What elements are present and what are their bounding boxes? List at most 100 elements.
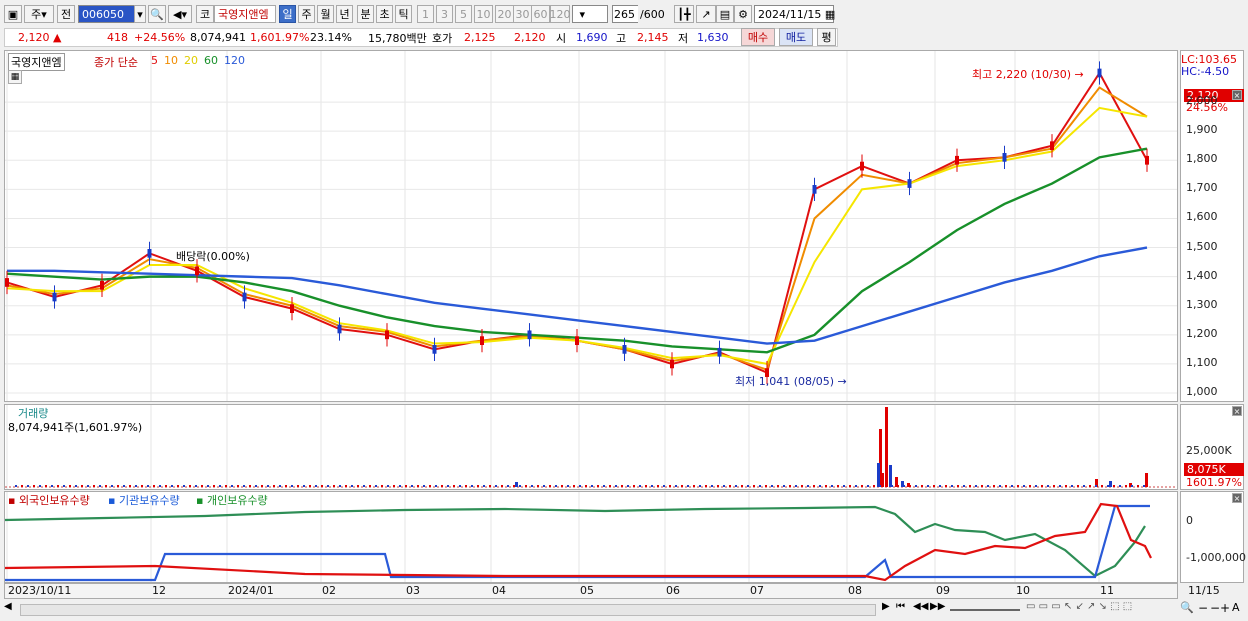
volume-bar-small bbox=[639, 485, 641, 487]
volume-chart-panel[interactable] bbox=[4, 404, 1178, 490]
period-day[interactable]: 일 bbox=[279, 5, 296, 23]
volume-bar-small bbox=[1101, 485, 1103, 487]
volume-bar-small bbox=[93, 485, 95, 487]
text-tool-icon[interactable]: A bbox=[1232, 601, 1240, 619]
volume-bar-small bbox=[681, 485, 683, 487]
horizontal-scrollbar[interactable] bbox=[20, 604, 876, 616]
high-annotation: 최고 2,220 (10/30) → bbox=[972, 68, 1084, 81]
interval-5[interactable]: 5 bbox=[455, 5, 472, 23]
candle-body bbox=[385, 330, 389, 340]
play-icon[interactable]: ▶ bbox=[882, 601, 890, 619]
x-axis-right-label: 11/15 bbox=[1188, 584, 1220, 597]
volume-bar-small bbox=[969, 485, 971, 487]
volume-bar-small bbox=[99, 485, 101, 487]
volume-bar-small bbox=[1065, 485, 1067, 487]
volume-bar-small bbox=[603, 485, 605, 487]
minus-icon[interactable]: − bbox=[1210, 601, 1220, 619]
zoom-icon[interactable]: 🔍 bbox=[1180, 601, 1194, 619]
first-icon[interactable]: ⏮ bbox=[896, 601, 905, 619]
x-axis-label: 05 bbox=[580, 584, 594, 597]
table-icon[interactable]: ▦ bbox=[8, 70, 22, 84]
scroll-left-button[interactable]: ◀ bbox=[4, 601, 18, 619]
volume-bar bbox=[885, 407, 888, 487]
count-input[interactable]: 265 bbox=[612, 5, 638, 23]
layout-icons[interactable]: ▭ ▭ ▭ ↖ ↙ ↗ ↘ ⬚ ⬚ bbox=[1026, 601, 1132, 619]
interval-20[interactable]: 20 bbox=[495, 5, 514, 23]
date-input[interactable]: 2024/11/15 ▦ bbox=[754, 5, 835, 23]
volume-bar-small bbox=[75, 485, 77, 487]
settings-gear-icon[interactable]: ⚙ bbox=[734, 5, 752, 23]
volume-panel-close-icon[interactable]: × bbox=[1232, 406, 1242, 416]
zoom-slider[interactable] bbox=[950, 609, 1020, 611]
period-second[interactable]: 초 bbox=[376, 5, 393, 23]
volume-bar-small bbox=[567, 485, 569, 487]
volume-bar-small bbox=[1035, 485, 1037, 487]
candle-body bbox=[337, 324, 342, 334]
volume-bar-small bbox=[987, 485, 989, 487]
volume-bar-small bbox=[483, 485, 485, 487]
volume-bar-small bbox=[627, 485, 629, 487]
buy-button[interactable]: 매수 bbox=[741, 28, 775, 46]
interval-10[interactable]: 10 bbox=[474, 5, 493, 23]
interval-120[interactable]: 120 bbox=[550, 5, 571, 23]
period-year[interactable]: 년 bbox=[336, 5, 353, 23]
plus-icon[interactable]: + bbox=[1220, 601, 1230, 619]
prev-button[interactable]: 전 bbox=[57, 5, 75, 23]
price-panel-close-icon[interactable]: × bbox=[1232, 90, 1242, 100]
volume-bar-small bbox=[957, 485, 959, 487]
volume-bar-small bbox=[489, 485, 491, 487]
volume-badge: 8,075K bbox=[1184, 463, 1244, 476]
prev-icon[interactable]: ◀◀ bbox=[913, 601, 928, 619]
market-select[interactable]: 주 ▾ bbox=[24, 5, 54, 23]
holding-chart-panel[interactable] bbox=[4, 491, 1178, 583]
volume-bar-small bbox=[1011, 485, 1013, 487]
period-month[interactable]: 월 bbox=[317, 5, 334, 23]
candle-type-icon[interactable]: ┃╋ bbox=[674, 5, 694, 23]
sell-button[interactable]: 매도 bbox=[779, 28, 813, 46]
volume-bar-small bbox=[747, 485, 749, 487]
volume-bar-small bbox=[213, 485, 215, 487]
draw-tool-icon[interactable]: ↗ bbox=[696, 5, 716, 23]
volume-bar-small bbox=[267, 485, 269, 487]
search-icon[interactable]: 🔍 bbox=[148, 5, 166, 23]
volume-bar-small bbox=[381, 485, 383, 487]
holding-panel-close-icon[interactable]: × bbox=[1232, 493, 1242, 503]
candle-body bbox=[100, 281, 104, 290]
volume-bar-small bbox=[111, 485, 113, 487]
volume-bar-small bbox=[711, 485, 713, 487]
volume-bar-small bbox=[465, 485, 467, 487]
volume-bar-small bbox=[189, 485, 191, 487]
volume-bar-small bbox=[261, 485, 263, 487]
interval-3[interactable]: 3 bbox=[436, 5, 453, 23]
volume-bar-small bbox=[291, 485, 293, 487]
code-input[interactable]: 006050 bbox=[78, 5, 136, 23]
volume-bar-small bbox=[141, 485, 143, 487]
holding-tick-0: 0 bbox=[1186, 514, 1193, 527]
quote-volume-pct: 1,601.97% bbox=[250, 31, 310, 44]
volume-pct-badge: 1601.97% bbox=[1186, 476, 1242, 489]
interval-1[interactable]: 1 bbox=[417, 5, 434, 23]
volume-bar-small bbox=[549, 485, 551, 487]
code-dropdown-icon[interactable]: ▾ bbox=[134, 5, 146, 23]
volume-bar-small bbox=[777, 485, 779, 487]
zoom-out-icon[interactable]: − bbox=[1198, 601, 1208, 619]
period-tick[interactable]: 틱 bbox=[395, 5, 412, 23]
volume-bar-small bbox=[795, 485, 797, 487]
price-chart-panel[interactable] bbox=[4, 50, 1178, 402]
next-icon[interactable]: ▶▶ bbox=[930, 601, 945, 619]
speaker-icon[interactable]: ◀▾ bbox=[168, 5, 192, 23]
volume-bar-small bbox=[165, 485, 167, 487]
interval-30[interactable]: 30 bbox=[513, 5, 532, 23]
volume-bar-small bbox=[801, 485, 803, 487]
volume-bar-small bbox=[357, 485, 359, 487]
period-minute[interactable]: 분 bbox=[357, 5, 374, 23]
save-icon[interactable]: ▤ bbox=[716, 5, 734, 23]
interval-custom-input[interactable]: ▾ bbox=[572, 5, 608, 23]
window-menu-icon[interactable]: ▣ bbox=[4, 5, 22, 23]
volume-bar-small bbox=[891, 485, 893, 487]
period-week[interactable]: 주 bbox=[298, 5, 315, 23]
eval-button[interactable]: 평 bbox=[817, 28, 836, 46]
interval-60[interactable]: 60 bbox=[531, 5, 550, 23]
volume-bar-small bbox=[21, 485, 23, 487]
volume-bar-small bbox=[981, 485, 983, 487]
